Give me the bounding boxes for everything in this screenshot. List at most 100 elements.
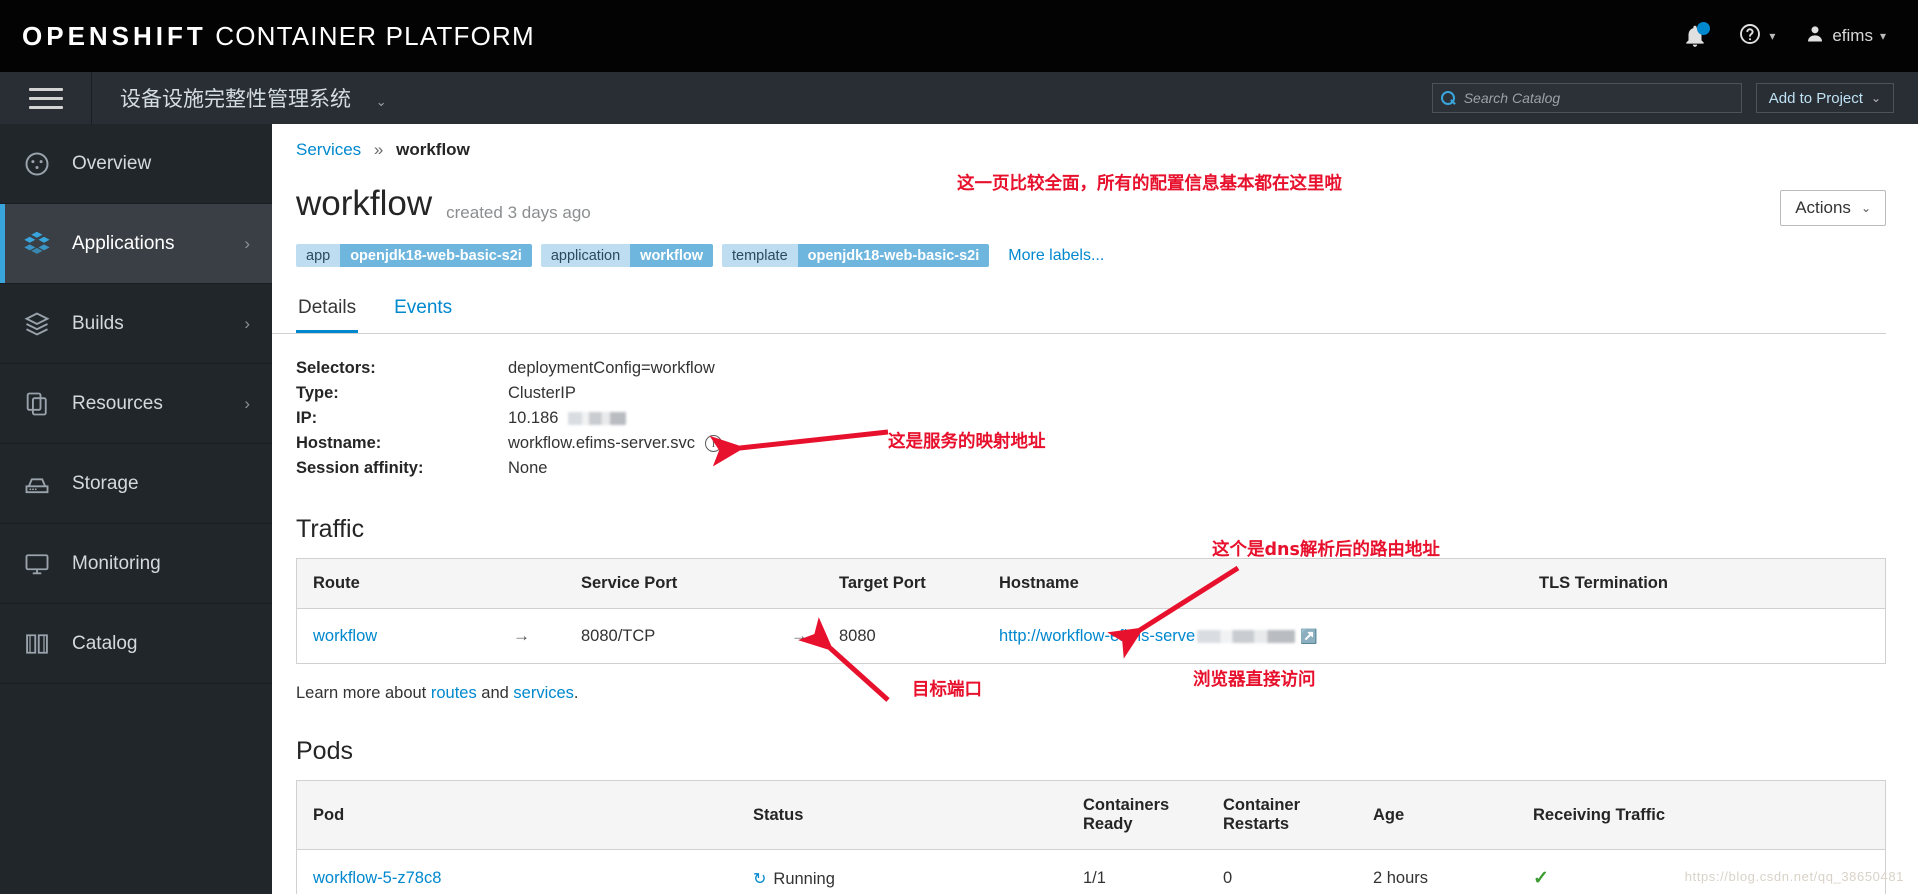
openshift-service-detail-page: OPENSHIFT CONTAINER PLATFORM ▾ efims ▾ 设…: [0, 0, 1918, 894]
sidebar-item-label: Applications: [72, 232, 175, 254]
cubes-icon: [22, 229, 52, 259]
notifications-button[interactable]: [1682, 22, 1711, 49]
sidebar-item-storage[interactable]: Storage: [0, 444, 272, 524]
label-key: application: [540, 244, 631, 267]
detail-row-ip: IP: 10.186: [296, 406, 1918, 431]
book-icon: [22, 629, 52, 659]
search-input[interactable]: [1463, 90, 1733, 106]
label-value: openjdk18-web-basic-s2i: [340, 244, 532, 267]
more-labels-link[interactable]: More labels...: [1008, 247, 1104, 265]
sync-icon: ↻: [753, 870, 767, 888]
label-chip[interactable]: application workflow: [540, 244, 714, 267]
sidebar-item-overview[interactable]: Overview: [0, 124, 272, 204]
sidebar-item-catalog[interactable]: Catalog: [0, 604, 272, 684]
brand-logo[interactable]: OPENSHIFT CONTAINER PLATFORM: [22, 21, 535, 52]
add-to-project-label: Add to Project: [1768, 89, 1863, 107]
help-menu[interactable]: ▾: [1738, 22, 1775, 51]
sidebar-item-resources[interactable]: Resources ›: [0, 364, 272, 444]
pods-heading: Pods: [296, 737, 353, 765]
services-link[interactable]: services: [513, 684, 574, 702]
masthead-actions: ▾ efims ▾: [1682, 22, 1918, 51]
created-timestamp: created 3 days ago: [446, 203, 591, 222]
user-menu[interactable]: efims ▾: [1805, 23, 1886, 50]
detail-key: Session affinity:: [296, 459, 424, 477]
bell-icon: [1682, 22, 1711, 49]
detail-key: Type:: [296, 384, 339, 402]
label-value: workflow: [630, 244, 714, 267]
search-catalog-box[interactable]: [1431, 83, 1742, 113]
arrow-icon: →: [791, 626, 808, 645]
service-details-list: Selectors: deploymentConfig=workflow Typ…: [272, 334, 1918, 481]
tab-events[interactable]: Events: [392, 293, 454, 333]
learn-more-text: Learn more about routes and services.: [272, 664, 1918, 703]
pods-table: Pod Status Containers Ready Container Re…: [296, 780, 1886, 894]
anno-port: 目标端口: [912, 680, 982, 700]
target-port-value: 8080: [839, 626, 876, 645]
dashboard-icon: [22, 149, 52, 179]
hamburger-menu-icon[interactable]: [0, 72, 92, 124]
traffic-table: Route Service Port Target Port Hostname …: [296, 558, 1886, 664]
col-spacer-1: [497, 559, 565, 609]
detail-value: ClusterIP: [508, 384, 576, 402]
table-row: workflow-5-z78c8 ↻ Running 1/1 0 2 hours …: [297, 850, 1885, 894]
check-icon: ✓: [1533, 868, 1549, 889]
pod-link[interactable]: workflow-5-z78c8: [313, 869, 441, 887]
containers-ready-value: 1/1: [1083, 869, 1106, 887]
brand-openshift: OPENSHIFT: [22, 20, 207, 51]
col-container-restarts: Container Restarts: [1207, 781, 1357, 850]
pods-table-header: Pod Status Containers Ready Container Re…: [297, 781, 1885, 850]
chevron-down-icon: ▾: [1769, 29, 1776, 43]
routes-link[interactable]: routes: [431, 684, 477, 702]
breadcrumb-services-link[interactable]: Services: [296, 140, 361, 159]
label-key: template: [722, 244, 798, 267]
detail-key: Selectors:: [296, 359, 376, 377]
labels-row: app openjdk18-web-basic-s2i application …: [272, 226, 1918, 267]
label-chip[interactable]: app openjdk18-web-basic-s2i: [296, 244, 532, 267]
username-label: efims: [1832, 26, 1873, 45]
detail-key: IP:: [296, 409, 318, 427]
tls-termination-value: [1523, 609, 1885, 664]
col-tls-termination: TLS Termination: [1523, 559, 1885, 609]
col-status: Status: [737, 781, 1067, 850]
sidebar-item-label: Resources: [72, 392, 163, 414]
breadcrumb: Services » workflow: [272, 124, 1918, 160]
learn-prefix: Learn more about: [296, 684, 431, 702]
layers-icon: [22, 309, 52, 339]
add-to-project-button[interactable]: Add to Project ⌄: [1755, 83, 1894, 113]
project-selector[interactable]: 设备设施完整性管理系统 ⌄: [120, 83, 387, 113]
pod-status-label: Running: [773, 869, 835, 888]
masthead: OPENSHIFT CONTAINER PLATFORM ▾ efims ▾: [0, 0, 1918, 72]
service-port-value: 8080/TCP: [581, 626, 656, 645]
notification-badge: [1697, 22, 1711, 35]
actions-label: Actions: [1795, 198, 1851, 217]
files-icon: [22, 389, 52, 419]
col-target-port: Target Port: [823, 559, 983, 609]
traffic-heading: Traffic: [296, 515, 365, 543]
anno-browser: 浏览器直接访问: [1193, 670, 1316, 690]
sidebar-item-label: Storage: [72, 472, 139, 494]
monitor-icon: [22, 549, 52, 579]
watermark: https://blog.csdn.net/qq_38650481: [1684, 869, 1904, 884]
actions-button[interactable]: Actions ⌄: [1780, 190, 1886, 226]
pod-status-cell: ↻ Running: [737, 850, 1067, 894]
external-link-icon[interactable]: ↗️: [1300, 628, 1317, 645]
tab-details[interactable]: Details: [296, 293, 359, 333]
col-service-port: Service Port: [565, 559, 775, 609]
label-chip[interactable]: template openjdk18-web-basic-s2i: [722, 244, 990, 267]
anno-dns: 这个是dns解析后的路由地址: [1212, 540, 1440, 560]
main-content: Services » workflow workflow created 3 d…: [272, 124, 1918, 894]
route-link[interactable]: workflow: [313, 627, 377, 645]
redacted-hostname-mask: [1197, 629, 1296, 643]
sidebar-item-builds[interactable]: Builds ›: [0, 284, 272, 364]
chevron-down-icon: ⌄: [1870, 91, 1881, 105]
sidebar-item-monitoring[interactable]: Monitoring: [0, 524, 272, 604]
info-icon[interactable]: i: [705, 435, 723, 452]
hostname-cell: http://workflow-efims-serve ↗️: [983, 609, 1523, 664]
redacted-ip-mask: [568, 412, 627, 425]
detail-tabs: Details Events: [272, 267, 1886, 334]
sidebar-item-label: Catalog: [72, 632, 138, 654]
detail-row-session-affinity: Session affinity: None: [296, 456, 1918, 481]
help-circle-icon: [1738, 22, 1762, 51]
sidebar-item-applications[interactable]: Applications ›: [0, 204, 272, 284]
hostname-link[interactable]: http://workflow-efims-serve: [999, 627, 1195, 645]
